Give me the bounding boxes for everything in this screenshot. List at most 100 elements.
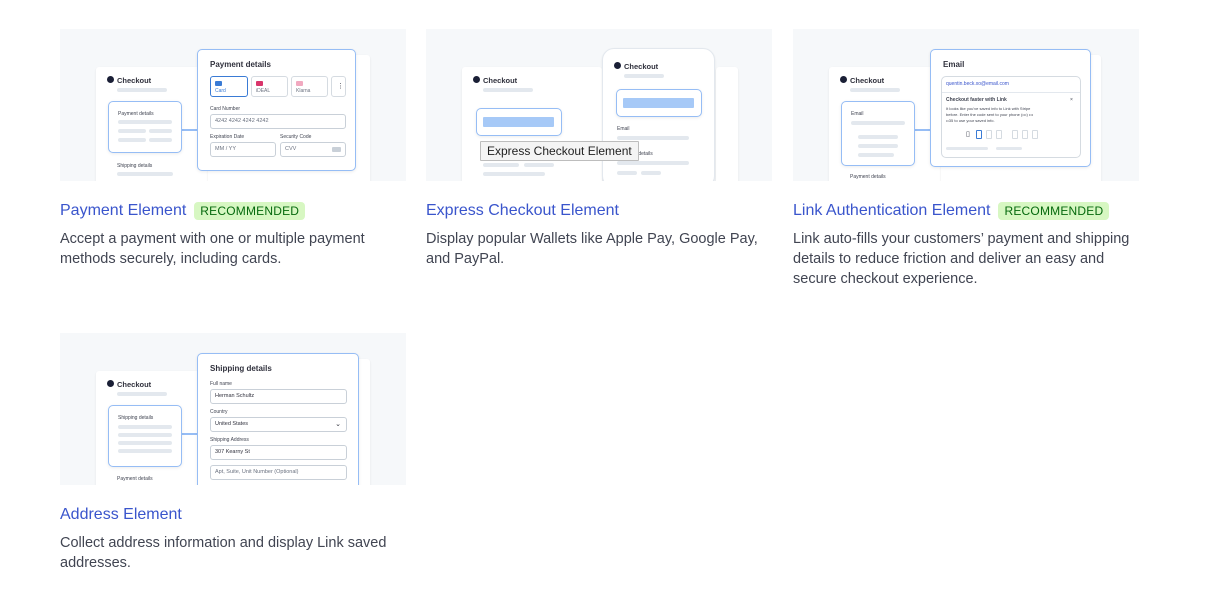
payment-element-thumbnail[interactable]: Checkout Payment details Shipping detail… [60, 29, 406, 181]
more-icon: ⋮ [337, 83, 344, 90]
placeholder-line [117, 392, 167, 396]
placeholder-line [483, 163, 519, 167]
placeholder-line [117, 88, 167, 92]
shipping-section-highlight: Shipping details [108, 405, 182, 467]
address-element-title-row: Address Element [60, 506, 182, 524]
placeholder-line [946, 147, 988, 150]
shipping-label: Shipping details [117, 163, 153, 169]
express-checkout-title-link[interactable]: Express Checkout Element [426, 202, 619, 220]
more-tabs-button[interactable]: ⋮ [331, 76, 346, 97]
full-name-label: Full name [210, 381, 232, 387]
address-line-2-placeholder: Apt, Suite, Unit Number (Optional) [215, 469, 299, 475]
brand-logo-icon [840, 76, 847, 83]
address-element-thumbnail[interactable]: Checkout Shipping details Payment detail… [60, 333, 406, 485]
security-code-field[interactable]: CVV [280, 142, 346, 157]
express-checkout-thumbnail[interactable]: Checkout Checkout Email ent details Expr… [426, 29, 772, 181]
placeholder-line [858, 144, 898, 148]
placeholder-line [118, 425, 172, 429]
checkout-label: Checkout [483, 76, 518, 85]
shipping-address-value: 307 Kearny St [215, 449, 250, 455]
placeholder-line [117, 172, 173, 176]
placeholder-line [624, 74, 664, 78]
address-element-description: Collect address information and display … [60, 535, 387, 571]
section-label: Shipping details [118, 415, 154, 421]
link-authentication-title-link[interactable]: Link Authentication Element [793, 202, 990, 220]
cvc-card-icon [332, 147, 341, 152]
address-line-2-field[interactable]: Apt, Suite, Unit Number (Optional) [210, 465, 347, 480]
address-element-card[interactable]: Checkout Shipping details Payment detail… [60, 333, 406, 571]
placeholder-line [149, 138, 172, 142]
placeholder-line [483, 172, 545, 176]
klarna-icon [296, 81, 303, 86]
payment-element-title-row: Payment Element RECOMMENDED [60, 202, 306, 220]
section-label: Payment details [118, 111, 154, 117]
phone-icon: ▯ [966, 131, 970, 138]
tab-klarna[interactable]: Klarna [291, 76, 328, 97]
country-select[interactable]: United States ⌄ [210, 417, 347, 432]
otp-digit-2[interactable] [986, 130, 992, 139]
phone-checkout-label: Checkout [624, 62, 659, 71]
expiration-field[interactable]: MM / YY [210, 142, 276, 157]
placeholder-line [149, 129, 172, 133]
link-authentication-title-row: Link Authentication Element RECOMMENDED [793, 202, 1110, 220]
card-number-value: 4242 4242 4242 4242 [215, 118, 269, 124]
placeholder-line [118, 433, 172, 437]
ideal-icon [256, 81, 263, 86]
checkout-section-highlight: Payment details [108, 101, 182, 153]
link-text-2: before. Enter the code sent to your phon… [946, 112, 1034, 117]
payment-element-card[interactable]: Checkout Payment details Shipping detail… [60, 29, 406, 267]
link-otp-box: quentin.beck.xo@email.com Checkout faste… [941, 76, 1081, 158]
payment-details-label: Payment details [850, 174, 886, 180]
full-name-field[interactable]: Herman Schultz [210, 389, 347, 404]
placeholder-line [118, 449, 172, 453]
placeholder-line [118, 129, 146, 133]
full-name-value: Herman Schultz [215, 393, 255, 399]
otp-digit-4[interactable] [1012, 130, 1018, 139]
panel-title: Payment details [210, 60, 271, 69]
phone-mockup: Checkout Email ent details [602, 48, 715, 181]
wallet-button [483, 117, 554, 127]
recommended-badge: RECOMMENDED [194, 202, 306, 220]
address-element-title-link[interactable]: Address Element [60, 506, 182, 524]
card-number-field[interactable]: 4242 4242 4242 4242 [210, 114, 346, 129]
brand-logo-icon [107, 76, 114, 83]
checkout-label: Checkout [117, 380, 152, 389]
express-checkout-element-card[interactable]: Checkout Checkout Email ent details Expr… [426, 29, 772, 267]
otp-digit-5[interactable] [1022, 130, 1028, 139]
checkout-label: Checkout [850, 76, 885, 85]
otp-digit-1[interactable] [976, 130, 982, 139]
placeholder-line [118, 441, 172, 445]
otp-digit-6[interactable] [1032, 130, 1038, 139]
otp-digit-3[interactable] [996, 130, 1002, 139]
panel-title: Email [943, 60, 965, 69]
placeholder-line [858, 135, 898, 139]
section-label: Email [851, 111, 864, 117]
tab-klarna-label: Klarna [296, 88, 311, 94]
link-authentication-element-card[interactable]: Checkout Email Payment details Email que… [793, 29, 1139, 287]
country-value: United States [215, 421, 249, 427]
email-section-highlight: Email [841, 101, 915, 166]
placeholder-line [858, 153, 894, 157]
panel-title: Shipping details [210, 364, 272, 373]
shipping-address-field[interactable]: 307 Kearny St [210, 445, 347, 460]
link-authentication-thumbnail[interactable]: Checkout Email Payment details Email que… [793, 29, 1139, 181]
placeholder-line [617, 161, 689, 165]
tab-card[interactable]: Card [210, 76, 248, 97]
payment-element-title-link[interactable]: Payment Element [60, 202, 186, 220]
brand-logo-icon [473, 76, 480, 83]
chevron-down-icon: ⌄ [335, 421, 341, 428]
close-icon[interactable]: × [1070, 97, 1073, 103]
expiration-label: Expiration Date [210, 134, 245, 140]
placeholder-line [617, 136, 689, 140]
tab-ideal[interactable]: iDEAL [251, 76, 288, 97]
checkout-label: Checkout [117, 76, 152, 85]
express-checkout-tooltip: Express Checkout Element [480, 141, 639, 161]
placeholder-line [850, 88, 900, 92]
phone-wallet-highlight [616, 89, 702, 117]
security-code-placeholder: CVV [285, 146, 297, 152]
tab-ideal-label: iDEAL [256, 88, 271, 94]
email-label: Email [617, 126, 630, 132]
page-edge [716, 67, 738, 181]
card-icon [215, 81, 222, 86]
tab-card-label: Card [215, 88, 226, 94]
